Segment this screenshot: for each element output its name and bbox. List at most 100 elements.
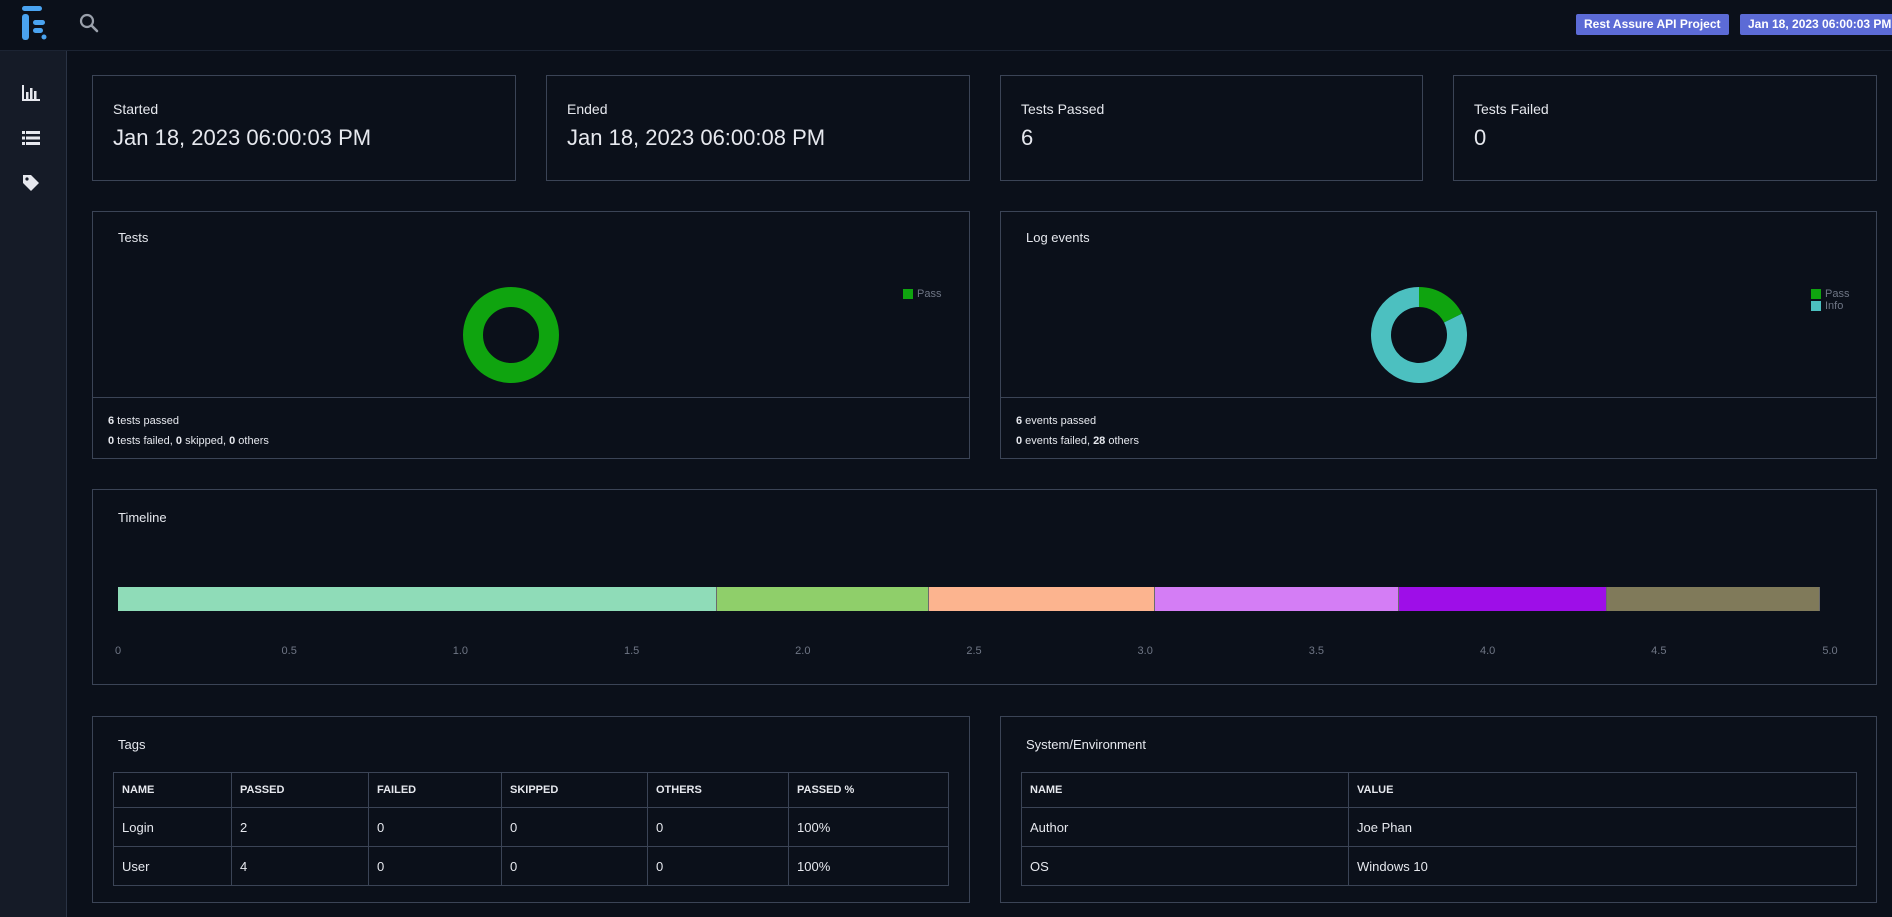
env-header-row: NAME VALUE	[1021, 772, 1857, 808]
tag-icon[interactable]	[21, 173, 41, 193]
bar-chart-icon[interactable]	[21, 83, 41, 103]
tag-skipped: 0	[501, 807, 648, 847]
timeline-card: Timeline 0 0.5 1.0 1.5 2.0 2.5 3.0 3.5 4.0 4.5 5.0	[92, 489, 1877, 685]
table-row: OS Windows 10	[1021, 846, 1857, 886]
timeline-tick-label: 5.0	[1822, 645, 1838, 657]
tests-failed-label: Tests Failed	[1474, 101, 1549, 117]
timeline-segment-3[interactable]	[929, 587, 1156, 611]
legend-swatch-pass	[903, 289, 913, 299]
col-name: NAME	[113, 772, 232, 808]
timeline-tick-label: 1.5	[623, 645, 640, 657]
tag-skipped: 0	[501, 846, 648, 886]
tests-card-title: Tests	[118, 230, 149, 245]
tests-card-footer: 6 tests passed 0 tests failed, 0 skipped…	[93, 397, 969, 458]
tests-passed-value: 6	[1021, 125, 1034, 150]
tag-passed-percent: 100%	[788, 807, 949, 847]
timeline-tick-label: 2.0	[795, 645, 811, 657]
environment-table: NAME VALUE Author Joe Phan OS Windows 10	[1021, 772, 1857, 886]
events-failed-text: events failed,	[1022, 435, 1094, 447]
timeline-tick-label: 1.0	[452, 645, 469, 657]
timeline-segment-6[interactable]	[1607, 587, 1820, 611]
donut-slice-pass[interactable]	[1418, 287, 1462, 324]
events-others-text: others	[1105, 435, 1139, 447]
ended-value: Jan 18, 2023 06:00:08 PM	[567, 125, 826, 150]
col-passed: PASSED	[231, 772, 369, 808]
log-card-title: Log events	[1026, 230, 1090, 245]
project-badge: Rest Assure API Project	[1576, 14, 1729, 35]
tests-passed-text: tests passed	[114, 415, 179, 427]
col-name: NAME	[1021, 772, 1349, 808]
timeline-bar	[118, 587, 1830, 611]
sidebar	[0, 51, 67, 917]
tag-failed: 0	[368, 846, 502, 886]
events-passed-line: 6 events passed	[1016, 411, 1861, 431]
timeline-tick-label: 3.5	[1308, 645, 1325, 657]
ended-card: Ended Jan 18, 2023 06:00:08 PM	[546, 75, 970, 181]
col-value: VALUE	[1348, 772, 1857, 808]
tags-card: Tags NAME PASSED FAILED SKIPPED OTHERS P…	[92, 716, 970, 903]
tests-failed-line: 0 tests failed, 0 skipped, 0 others	[108, 431, 954, 451]
tag-others: 0	[647, 807, 789, 847]
tests-chart-card: Tests Pass 6 tests passed 0 tests failed…	[92, 211, 970, 459]
tests-passed-label: Tests Passed	[1021, 101, 1105, 117]
tag-name: Login	[113, 807, 232, 847]
table-row: User 4 0 0 0 100%	[113, 846, 949, 886]
legend-item-pass[interactable]: Pass	[903, 288, 941, 300]
env-name: Author	[1021, 807, 1349, 847]
log-donut-chart	[1371, 287, 1467, 383]
col-passed-percent: PASSED %	[788, 772, 949, 808]
timeline-tick-label: 4.0	[1479, 645, 1496, 657]
log-legend: Pass Info	[1811, 288, 1849, 312]
events-failed-line: 0 events failed, 28 others	[1016, 431, 1861, 451]
timeline-tick-label: 0.5	[281, 645, 297, 657]
events-others-count: 28	[1093, 435, 1106, 447]
log-card-footer: 6 events passed 0 events failed, 28 othe…	[1001, 397, 1876, 458]
tag-name: User	[113, 846, 232, 886]
legend-item-info[interactable]: Info	[1811, 300, 1849, 312]
started-value: Jan 18, 2023 06:00:03 PM	[113, 125, 372, 150]
legend-item-pass[interactable]: Pass	[1811, 288, 1849, 300]
environment-card-title: System/Environment	[1026, 737, 1146, 752]
started-label: Started	[113, 101, 159, 117]
tests-failed-value: 0	[1474, 125, 1487, 150]
col-others: OTHERS	[647, 772, 789, 808]
top-bar: Rest Assure API Project Jan 18, 2023 06:…	[0, 0, 1892, 51]
col-failed: FAILED	[368, 772, 502, 808]
timeline-segment-1[interactable]	[118, 587, 718, 611]
timeline-tick-label: 4.5	[1651, 645, 1667, 657]
col-skipped: SKIPPED	[501, 772, 648, 808]
env-value: Windows 10	[1348, 846, 1857, 886]
logo-icon[interactable]	[20, 6, 48, 40]
tests-failed-card: Tests Failed 0	[1453, 75, 1877, 181]
tag-passed-percent: 100%	[788, 846, 949, 886]
tests-passed-card: Tests Passed 6	[1000, 75, 1423, 181]
legend-swatch-info	[1811, 301, 1821, 311]
tests-passed-line: 6 tests passed	[108, 411, 954, 431]
legend-label-pass: Pass	[917, 288, 942, 300]
events-passed-text: events passed	[1022, 415, 1097, 427]
timeline-segment-5[interactable]	[1398, 587, 1608, 611]
timeline-segment-4[interactable]	[1155, 587, 1399, 611]
tag-others: 0	[647, 846, 789, 886]
env-value: Joe Phan	[1348, 807, 1857, 847]
date-badge: Jan 18, 2023 06:00:03 PM	[1740, 14, 1892, 35]
timeline-title: Timeline	[118, 510, 167, 525]
list-icon[interactable]	[21, 128, 41, 148]
table-row: Author Joe Phan	[1021, 807, 1857, 847]
tests-legend: Pass	[903, 288, 941, 300]
tags-table: NAME PASSED FAILED SKIPPED OTHERS PASSED…	[113, 772, 949, 886]
timeline-tick-label: 0	[114, 645, 122, 657]
tag-passed: 4	[231, 846, 369, 886]
tags-header-row: NAME PASSED FAILED SKIPPED OTHERS PASSED…	[113, 772, 949, 808]
tests-others-text: others	[235, 435, 269, 447]
tests-failed-text: tests failed,	[114, 435, 176, 447]
tags-card-title: Tags	[118, 737, 146, 752]
legend-swatch-pass	[1811, 289, 1821, 299]
donut-slice-pass[interactable]	[463, 287, 559, 383]
search-icon[interactable]	[79, 13, 99, 33]
env-name: OS	[1021, 846, 1349, 886]
legend-label-pass: Pass	[1825, 288, 1850, 300]
table-row: Login 2 0 0 0 100%	[113, 807, 949, 847]
timeline-segment-2[interactable]	[717, 587, 930, 611]
started-card: Started Jan 18, 2023 06:00:03 PM	[92, 75, 516, 181]
